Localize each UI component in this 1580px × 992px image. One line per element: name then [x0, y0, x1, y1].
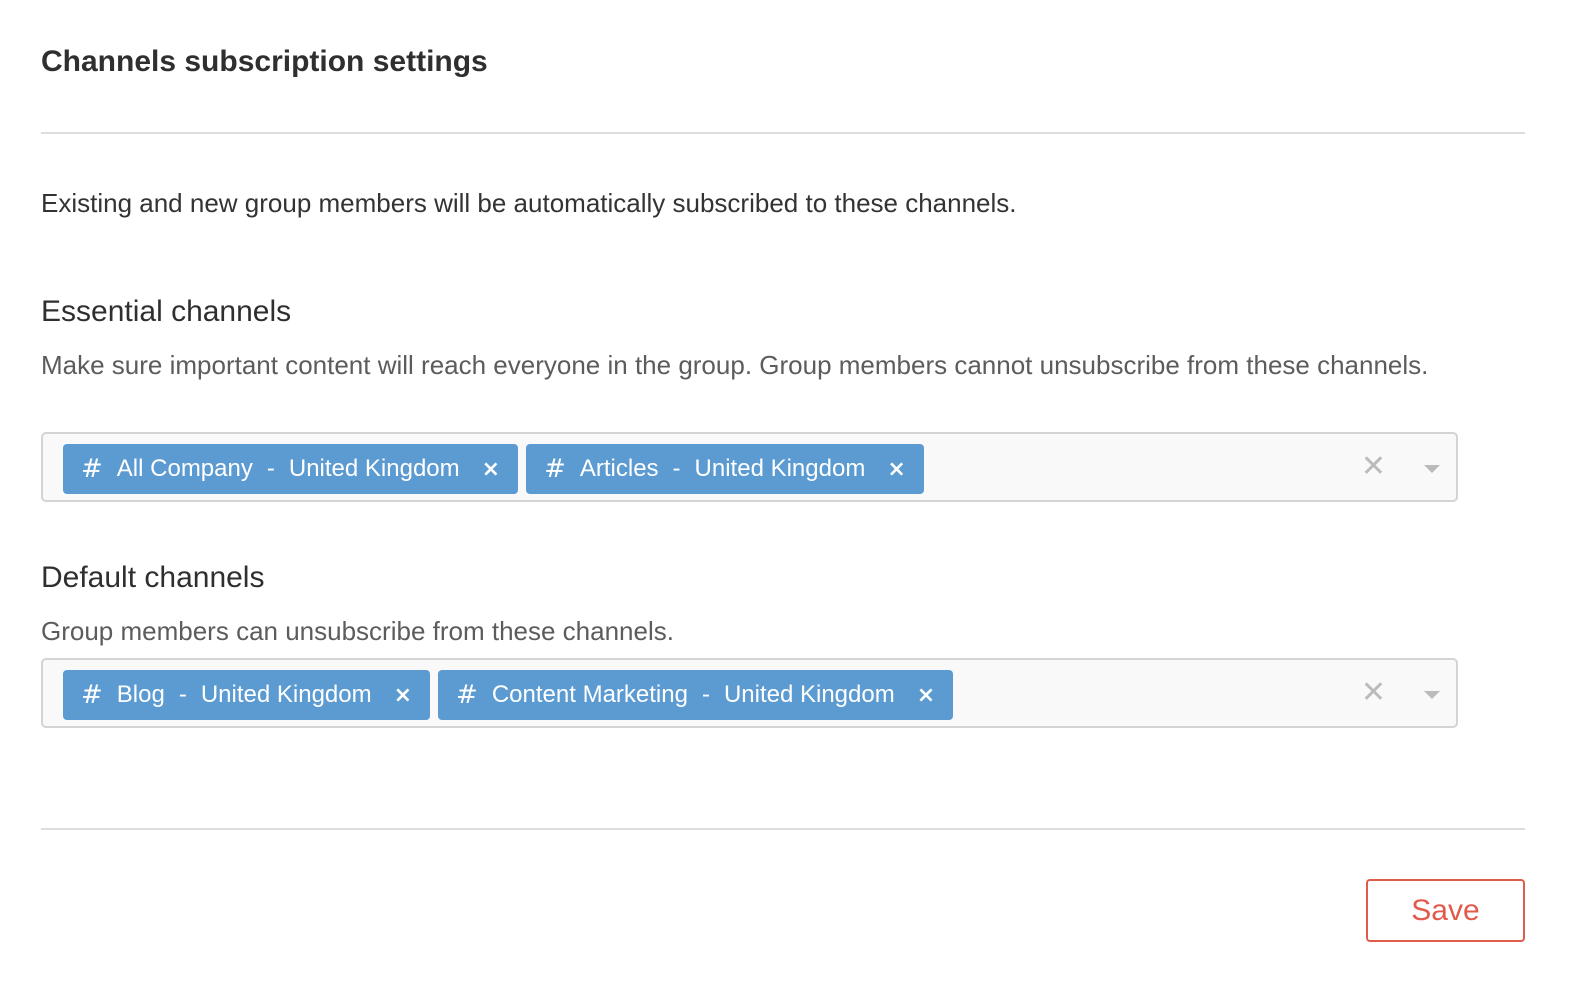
- tag-separator: -: [701, 681, 710, 708]
- default-channels-select[interactable]: # Blog - United Kingdom × # Content Mark…: [41, 658, 1458, 728]
- clear-icon[interactable]: ✕: [1361, 678, 1386, 708]
- close-icon[interactable]: ×: [917, 683, 935, 708]
- close-icon[interactable]: ×: [394, 683, 412, 708]
- bottom-divider: [41, 828, 1525, 830]
- default-tag-list: # Blog - United Kingdom × # Content Mark…: [63, 670, 954, 720]
- intro-text: Existing and new group members will be a…: [41, 188, 1017, 218]
- close-icon[interactable]: ×: [887, 457, 905, 482]
- tag-channel-name: All Company: [116, 455, 253, 482]
- top-divider: [41, 132, 1525, 134]
- tag-channel-name: Content Marketing: [491, 681, 688, 708]
- channel-tag: # Content Marketing - United Kingdom ×: [438, 670, 954, 720]
- tag-region: United Kingdom: [288, 455, 460, 482]
- essential-tag-list: # All Company - United Kingdom × # Artic…: [63, 444, 924, 494]
- essential-heading: Essential channels: [41, 295, 292, 328]
- essential-description: Make sure important content will reach e…: [41, 350, 1429, 380]
- hash-icon: #: [456, 680, 478, 710]
- tag-separator: -: [178, 681, 187, 708]
- tag-region: United Kingdom: [694, 455, 866, 482]
- hash-icon: #: [81, 454, 103, 484]
- channel-tag: # Articles - United Kingdom ×: [526, 444, 924, 494]
- default-heading: Default channels: [41, 561, 265, 594]
- tag-channel-name: Blog: [116, 681, 165, 708]
- essential-channels-select[interactable]: # All Company - United Kingdom × # Artic…: [41, 432, 1458, 502]
- close-icon[interactable]: ×: [482, 457, 500, 482]
- save-button[interactable]: Save: [1366, 879, 1525, 942]
- channel-tag: # All Company - United Kingdom ×: [63, 444, 519, 494]
- tag-separator: -: [672, 455, 681, 482]
- tag-region: United Kingdom: [723, 681, 895, 708]
- channel-tag: # Blog - United Kingdom ×: [63, 670, 431, 720]
- default-description: Group members can unsubscribe from these…: [41, 616, 674, 646]
- chevron-down-icon[interactable]: [1424, 691, 1440, 699]
- tag-channel-name: Articles: [579, 455, 659, 482]
- clear-icon[interactable]: ✕: [1361, 452, 1386, 482]
- tag-separator: -: [266, 455, 275, 482]
- tag-region: United Kingdom: [200, 681, 372, 708]
- hash-icon: #: [544, 454, 566, 484]
- hash-icon: #: [81, 680, 103, 710]
- chevron-down-icon[interactable]: [1424, 465, 1440, 473]
- page-title: Channels subscription settings: [41, 45, 488, 78]
